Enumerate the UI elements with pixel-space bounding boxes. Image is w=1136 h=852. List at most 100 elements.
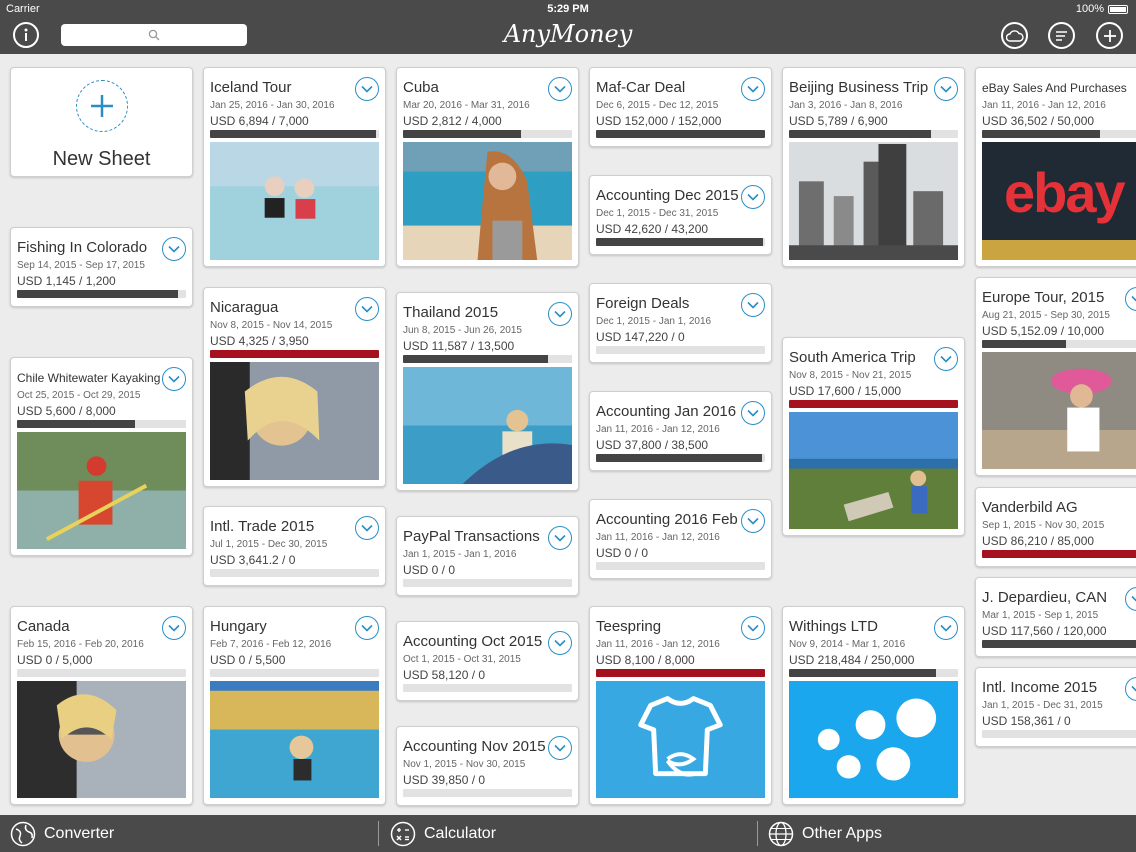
chevron-down-icon[interactable]: [934, 347, 958, 371]
converter-button[interactable]: Converter: [10, 815, 114, 852]
chevron-down-icon[interactable]: [741, 293, 765, 317]
sheet-card-cuba[interactable]: Cuba Mar 20, 2016 - Mar 31, 2016 USD 2,8…: [396, 67, 579, 267]
chevron-down-icon[interactable]: [741, 77, 765, 101]
sheet-title: Canada: [17, 618, 70, 635]
sheet-dates: Dec 6, 2015 - Dec 12, 2015: [596, 100, 719, 111]
sheet-card-chile[interactable]: Chile Whitewater Kayaking Oct 25, 2015 -…: [10, 357, 193, 556]
progress-fill: [210, 350, 379, 358]
chevron-down-icon[interactable]: [355, 77, 379, 101]
sheet-card-nicaragua[interactable]: Nicaragua Nov 8, 2015 - Nov 14, 2015 USD…: [203, 287, 386, 487]
sheet-amount: USD 1,145 / 1,200: [17, 274, 116, 288]
sheet-card-foreign-deals[interactable]: Foreign Deals Dec 1, 2015 - Jan 1, 2016 …: [589, 283, 772, 363]
top-toolbar: AnyMoney: [0, 18, 1136, 54]
chevron-down-icon[interactable]: [548, 77, 572, 101]
sheet-card-intl-income[interactable]: Intl. Income 2015 Jan 1, 2015 - Dec 31, …: [975, 667, 1136, 747]
chevron-down-icon[interactable]: [548, 526, 572, 550]
sheet-card-accounting-feb[interactable]: Accounting 2016 Feb Jan 11, 2016 - Jan 1…: [589, 499, 772, 579]
chevron-down-icon[interactable]: [548, 302, 572, 326]
sheet-card-europe[interactable]: Europe Tour, 2015 Aug 21, 2015 - Sep 30,…: [975, 277, 1136, 476]
sheet-title: Withings LTD: [789, 618, 878, 635]
sheet-card-accounting-dec[interactable]: Accounting Dec 2015 Dec 1, 2015 - Dec 31…: [589, 175, 772, 255]
sheet-title: Vanderbild AG: [982, 499, 1078, 516]
sheet-card-hungary[interactable]: Hungary Feb 7, 2016 - Feb 12, 2016 USD 0…: [203, 606, 386, 805]
sheet-amount: USD 5,789 / 6,900: [789, 114, 888, 128]
sheet-card-intl-trade[interactable]: Intl. Trade 2015 Jul 1, 2015 - Dec 30, 2…: [203, 506, 386, 586]
sheet-photo: [403, 367, 572, 484]
chevron-down-icon[interactable]: [741, 401, 765, 425]
progress-fill: [596, 238, 764, 246]
chevron-down-icon[interactable]: [355, 616, 379, 640]
sheet-title: Intl. Trade 2015: [210, 518, 315, 535]
progress-bar: [789, 130, 958, 138]
chevron-down-icon[interactable]: [741, 185, 765, 209]
sheet-title: Fishing In Colorado: [17, 239, 148, 256]
progress-fill: [210, 130, 376, 138]
progress-bar: [210, 569, 379, 577]
chevron-down-icon[interactable]: [162, 237, 186, 261]
sheet-card-accounting-nov[interactable]: Accounting Nov 2015 Nov 1, 2015 - Nov 30…: [396, 726, 579, 806]
sheet-title: Hungary: [210, 618, 267, 635]
chevron-down-icon[interactable]: [1125, 677, 1136, 701]
progress-bar: [17, 420, 186, 428]
sheet-card-accounting-oct[interactable]: Accounting Oct 2015 Oct 1, 2015 - Oct 31…: [396, 621, 579, 701]
chevron-down-icon[interactable]: [741, 616, 765, 640]
sheet-card-withings[interactable]: Withings LTD Nov 9, 2014 - Mar 1, 2016 U…: [782, 606, 965, 805]
sheet-card-fishing[interactable]: Fishing In Colorado Sep 14, 2015 - Sep 1…: [10, 227, 193, 307]
progress-fill: [789, 130, 931, 138]
calculator-button[interactable]: Calculator: [390, 815, 496, 852]
chevron-down-icon[interactable]: [355, 516, 379, 540]
sheet-amount: USD 0 / 0: [596, 546, 649, 560]
new-sheet-button[interactable]: New Sheet: [10, 67, 193, 177]
sheet-card-canada[interactable]: Canada Feb 15, 2016 - Feb 20, 2016 USD 0…: [10, 606, 193, 805]
sheet-amount: USD 86,210 / 85,000: [982, 534, 1095, 548]
progress-bar: [17, 669, 186, 677]
progress-bar: [210, 350, 379, 358]
sheet-card-south-america[interactable]: South America Trip Nov 8, 2015 - Nov 21,…: [782, 337, 965, 536]
progress-fill: [789, 669, 937, 677]
sheet-dates: Dec 1, 2015 - Jan 1, 2016: [596, 316, 712, 327]
sheet-dates: Nov 8, 2015 - Nov 21, 2015: [789, 370, 912, 381]
progress-bar: [789, 400, 958, 408]
sheet-title: Accounting Oct 2015: [403, 633, 543, 650]
chevron-down-icon[interactable]: [1125, 287, 1136, 311]
sheet-card-ebay[interactable]: eBay Sales And Purchases Jan 11, 2016 - …: [975, 67, 1136, 267]
other-apps-label: Other Apps: [802, 824, 883, 842]
sheet-card-teespring[interactable]: Teespring Jan 11, 2016 - Jan 12, 2016 US…: [589, 606, 772, 805]
converter-label: Converter: [44, 824, 115, 842]
progress-bar: [596, 238, 765, 246]
sheet-dates: Feb 15, 2016 - Feb 20, 2016: [17, 639, 144, 650]
sheet-card-thailand[interactable]: Thailand 2015 Jun 8, 2015 - Jun 26, 2015…: [396, 292, 579, 491]
battery-percent: 100%: [1075, 3, 1104, 15]
chevron-down-icon[interactable]: [548, 736, 572, 760]
chevron-down-icon[interactable]: [548, 631, 572, 655]
plus-icon: [1103, 29, 1116, 42]
add-button[interactable]: [1096, 22, 1123, 49]
sheet-card-mafcar[interactable]: Maf-Car Deal Dec 6, 2015 - Dec 12, 2015 …: [589, 67, 772, 147]
sheet-title: Maf-Car Deal: [596, 79, 686, 96]
sheet-card-vanderbild[interactable]: Vanderbild AG Sep 1, 2015 - Nov 30, 2015…: [975, 487, 1136, 567]
progress-fill: [982, 640, 1136, 648]
chevron-down-icon[interactable]: [741, 509, 765, 533]
chevron-down-icon[interactable]: [1125, 587, 1136, 611]
sort-button[interactable]: [1048, 22, 1075, 49]
sheet-amount: USD 17,600 / 15,000: [789, 384, 902, 398]
sheet-amount: USD 5,600 / 8,000: [17, 404, 116, 418]
cloud-sync-button[interactable]: [1001, 22, 1028, 49]
progress-fill: [789, 400, 958, 408]
chevron-down-icon[interactable]: [934, 77, 958, 101]
other-apps-button[interactable]: Other Apps: [768, 815, 882, 852]
sheet-card-beijing[interactable]: Beijing Business Trip Jan 3, 2016 - Jan …: [782, 67, 965, 267]
sheet-card-accounting-jan[interactable]: Accounting Jan 2016 Jan 11, 2016 - Jan 1…: [589, 391, 772, 471]
sheet-title: Cuba: [403, 79, 439, 96]
chevron-down-icon[interactable]: [162, 367, 186, 391]
sheet-card-iceland[interactable]: Iceland Tour Jan 25, 2016 - Jan 30, 2016…: [203, 67, 386, 267]
sheet-card-paypal[interactable]: PayPal Transactions Jan 1, 2015 - Jan 1,…: [396, 516, 579, 596]
sheet-title: Teespring: [596, 618, 662, 635]
sheet-dates: Oct 25, 2015 - Oct 29, 2015: [17, 390, 141, 401]
sheet-dates: Jan 1, 2015 - Dec 31, 2015: [982, 700, 1103, 711]
chevron-down-icon[interactable]: [162, 616, 186, 640]
new-sheet-label: New Sheet: [52, 148, 151, 170]
chevron-down-icon[interactable]: [355, 297, 379, 321]
chevron-down-icon[interactable]: [934, 616, 958, 640]
sheet-card-depardieu[interactable]: J. Depardieu, CAN Mar 1, 2015 - Sep 1, 2…: [975, 577, 1136, 657]
